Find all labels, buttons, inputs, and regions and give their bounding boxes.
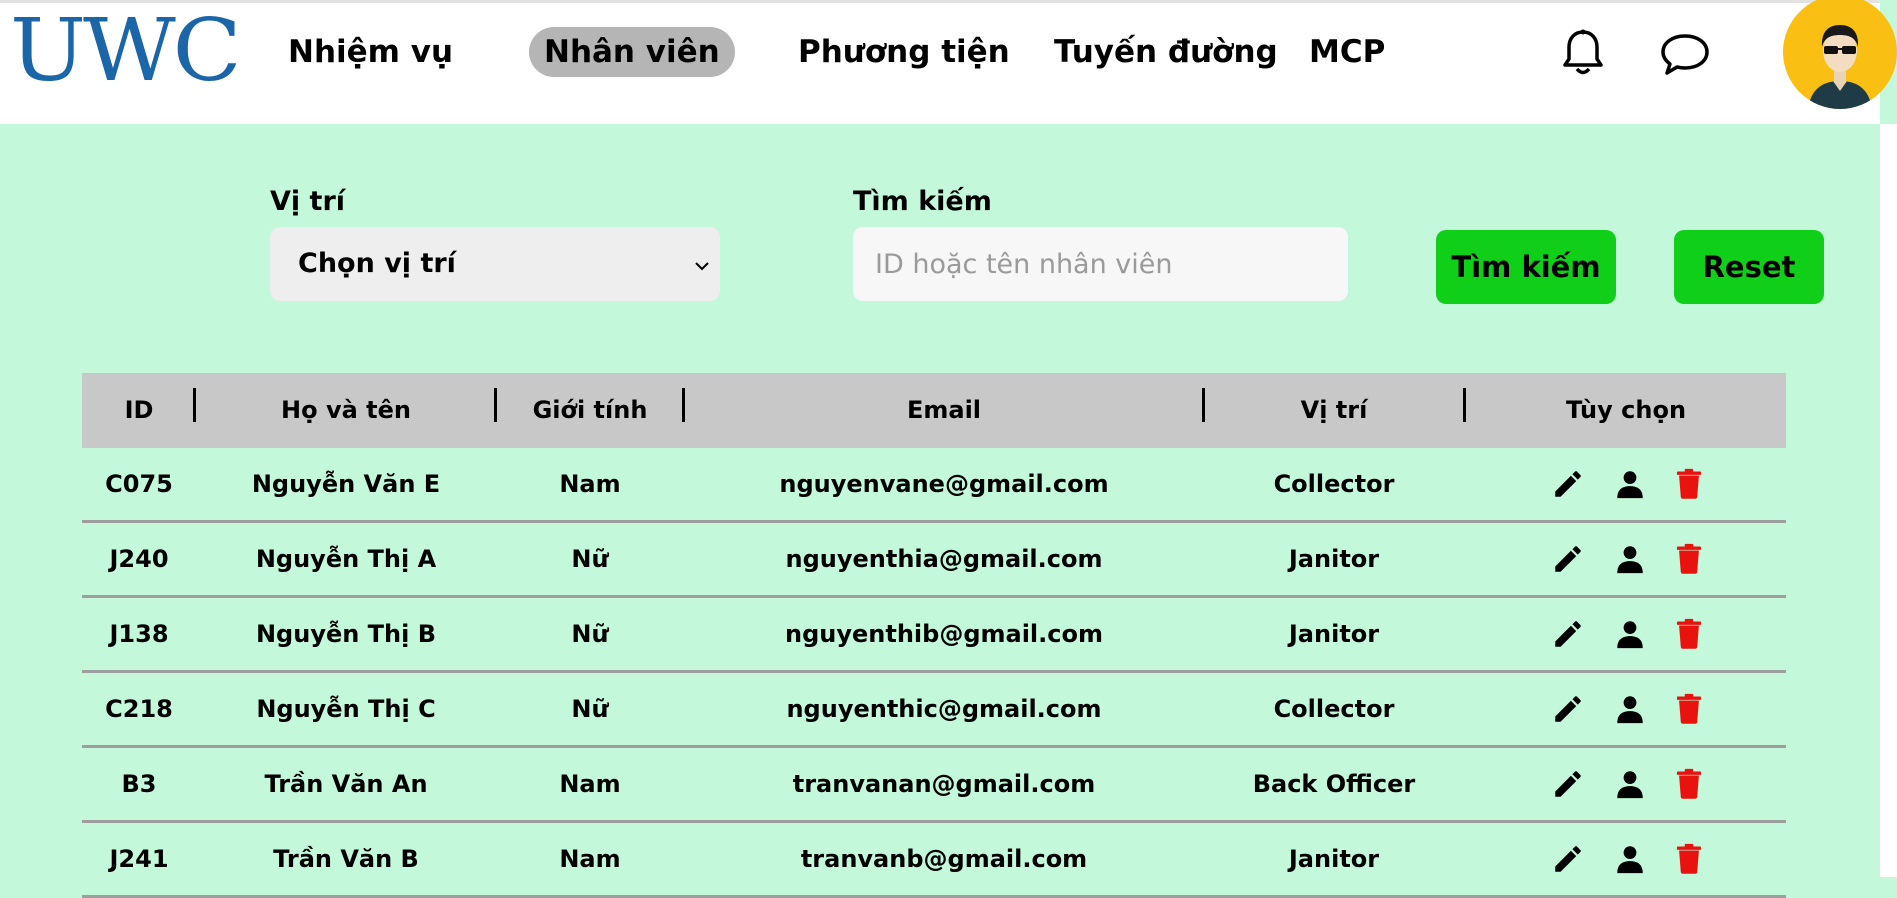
- avatar-icon: [1808, 25, 1872, 109]
- uwc-logo[interactable]: UWC: [10, 5, 242, 97]
- cell-id: J240: [109, 545, 169, 573]
- column-header-name: Họ và tên: [281, 396, 411, 424]
- trash-icon[interactable]: [1672, 467, 1706, 501]
- top-navbar: UWC Nhiệm vụ Nhân viên Phương tiện Tuyến…: [0, 0, 1897, 124]
- cell-gender: Nữ: [571, 620, 609, 648]
- bell-icon[interactable]: [1560, 28, 1606, 82]
- cell-position: Collector: [1273, 470, 1395, 498]
- user-icon[interactable]: [1613, 692, 1647, 726]
- cell-name: Trần Văn B: [273, 845, 419, 873]
- cell-email: nguyenthia@gmail.com: [785, 545, 1103, 573]
- user-icon[interactable]: [1613, 467, 1647, 501]
- reset-button[interactable]: Reset: [1674, 230, 1824, 304]
- search-button[interactable]: Tìm kiếm: [1436, 230, 1616, 304]
- user-icon[interactable]: [1613, 617, 1647, 651]
- chevron-down-icon: [694, 227, 710, 301]
- trash-icon[interactable]: [1672, 767, 1706, 801]
- edit-icon[interactable]: [1551, 842, 1585, 876]
- cell-id: C075: [105, 470, 173, 498]
- user-icon[interactable]: [1613, 542, 1647, 576]
- trash-icon[interactable]: [1672, 542, 1706, 576]
- cell-id: J138: [109, 620, 169, 648]
- cell-position: Collector: [1273, 695, 1395, 723]
- cell-id: J241: [109, 845, 169, 873]
- cell-position: Janitor: [1288, 545, 1380, 573]
- edit-icon[interactable]: [1551, 542, 1585, 576]
- table-header: ID Họ và tên Giới tính Email Vị trí Tùy …: [82, 373, 1786, 448]
- cell-position: Back Officer: [1252, 770, 1416, 798]
- employee-table: ID Họ và tên Giới tính Email Vị trí Tùy …: [82, 373, 1786, 898]
- cell-id: C218: [105, 695, 173, 723]
- table-row: C218 Nguyễn Thị C Nữ nguyenthic@gmail.co…: [82, 673, 1786, 748]
- table-row: J138 Nguyễn Thị B Nữ nguyenthib@gmail.co…: [82, 598, 1786, 673]
- trash-icon[interactable]: [1672, 842, 1706, 876]
- column-header-options: Tùy chọn: [1565, 396, 1687, 424]
- table-row: J241 Trần Văn B Nam tranvanb@gmail.com J…: [82, 823, 1786, 898]
- user-icon[interactable]: [1613, 842, 1647, 876]
- search-label: Tìm kiếm: [853, 186, 992, 217]
- search-input[interactable]: [853, 227, 1348, 301]
- column-header-gender: Giới tính: [532, 396, 648, 424]
- user-avatar[interactable]: [1783, 0, 1897, 109]
- cell-position: Janitor: [1288, 620, 1380, 648]
- nav-item-vehicles[interactable]: Phương tiện: [783, 27, 1025, 77]
- cell-id: B3: [121, 770, 157, 798]
- position-label: Vị trí: [270, 186, 346, 217]
- column-header-email: Email: [906, 396, 982, 424]
- table-body: C075 Nguyễn Văn E Nam nguyenvane@gmail.c…: [82, 448, 1786, 898]
- nav-item-mcp[interactable]: MCP: [1294, 27, 1400, 77]
- cell-email: nguyenthic@gmail.com: [786, 695, 1102, 723]
- user-icon[interactable]: [1613, 767, 1647, 801]
- cell-name: Nguyễn Văn E: [251, 470, 441, 498]
- edit-icon[interactable]: [1551, 692, 1585, 726]
- table-row: C075 Nguyễn Văn E Nam nguyenvane@gmail.c…: [82, 448, 1786, 523]
- cell-email: tranvanb@gmail.com: [800, 845, 1088, 873]
- edit-icon[interactable]: [1551, 467, 1585, 501]
- cell-gender: Nam: [559, 845, 621, 873]
- cell-gender: Nữ: [571, 695, 609, 723]
- edit-icon[interactable]: [1551, 617, 1585, 651]
- chat-icon[interactable]: [1660, 32, 1710, 80]
- table-row: J240 Nguyễn Thị A Nữ nguyenthia@gmail.co…: [82, 523, 1786, 598]
- trash-icon[interactable]: [1672, 692, 1706, 726]
- edit-icon[interactable]: [1551, 767, 1585, 801]
- cell-email: tranvanan@gmail.com: [792, 770, 1096, 798]
- cell-gender: Nữ: [571, 545, 609, 573]
- column-header-id: ID: [124, 396, 154, 424]
- table-row: B3 Trần Văn An Nam tranvanan@gmail.com B…: [82, 748, 1786, 823]
- cell-position: Janitor: [1288, 845, 1380, 873]
- scrollbar-track[interactable]: [1880, 124, 1897, 877]
- cell-name: Nguyễn Thị C: [256, 695, 436, 723]
- cell-gender: Nam: [559, 770, 621, 798]
- nav-item-employees[interactable]: Nhân viên: [529, 27, 735, 77]
- position-select-value: Chọn vị trí: [298, 248, 456, 279]
- cell-email: nguyenthib@gmail.com: [785, 620, 1103, 648]
- cell-name: Trần Văn An: [264, 770, 428, 798]
- cell-name: Nguyễn Thị A: [255, 545, 437, 573]
- cell-email: nguyenvane@gmail.com: [779, 470, 1109, 498]
- trash-icon[interactable]: [1672, 617, 1706, 651]
- cell-name: Nguyễn Thị B: [255, 620, 437, 648]
- nav-item-routes[interactable]: Tuyến đường: [1039, 27, 1293, 77]
- nav-item-tasks[interactable]: Nhiệm vụ: [273, 27, 468, 77]
- position-select[interactable]: Chọn vị trí: [270, 227, 720, 301]
- column-header-position: Vị trí: [1300, 396, 1368, 424]
- cell-gender: Nam: [559, 470, 621, 498]
